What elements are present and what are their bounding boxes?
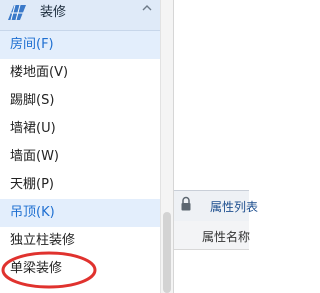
tree-item-label: 踢脚(S): [10, 93, 55, 108]
tree-item-label: 墙裙(U): [10, 121, 56, 136]
canvas-area[interactable]: [174, 0, 249, 188]
property-name-column-header: 属性名称: [174, 221, 251, 250]
tree-item-label: 单梁装修: [10, 261, 63, 276]
lock-icon[interactable]: [180, 196, 192, 212]
walls-icon: [8, 4, 26, 21]
tree-item-room[interactable]: 房间(F): [0, 31, 160, 59]
category-header-decoration[interactable]: 装修: [0, 0, 160, 31]
column-header-label: 属性名称: [202, 230, 251, 244]
tab-properties-list[interactable]: 属性列表: [210, 198, 258, 215]
tree-item-column-finish[interactable]: 独立柱装修: [0, 227, 160, 255]
tree-item-label: 独立柱装修: [10, 233, 76, 248]
tree-item-floor[interactable]: 楼地面(V): [0, 59, 160, 87]
component-tree-panel: 装修 房间(F) 楼地面(V) 踢脚(S) 墙裙(U) 墙面(W) 天棚(P) …: [0, 0, 160, 293]
tree-item-label: 墙面(W): [10, 149, 59, 164]
tree-item-dado[interactable]: 墙裙(U): [0, 115, 160, 143]
properties-panel: 属性列表 属性名称: [173, 0, 258, 293]
scrollbar-thumb[interactable]: [163, 212, 171, 293]
tree-item-ceiling[interactable]: 天棚(P): [0, 171, 160, 199]
tree-item-label: 房间(F): [10, 37, 54, 52]
category-title: 装修: [40, 5, 67, 20]
tree-item-label: 吊顶(K): [10, 205, 55, 220]
tree-item-suspended-ceiling[interactable]: 吊顶(K): [0, 199, 160, 227]
vertical-scrollbar[interactable]: [160, 0, 173, 293]
properties-tab-bar: 属性列表: [174, 190, 258, 222]
tree-item-beam-finish[interactable]: 单梁装修: [0, 255, 160, 283]
tree-item-wall-surface[interactable]: 墙面(W): [0, 143, 160, 171]
tree-item-label: 天棚(P): [10, 177, 54, 192]
tree-item-label: 楼地面(V): [10, 65, 69, 80]
chevron-up-icon[interactable]: [140, 2, 154, 14]
tree-item-skirting[interactable]: 踢脚(S): [0, 87, 160, 115]
